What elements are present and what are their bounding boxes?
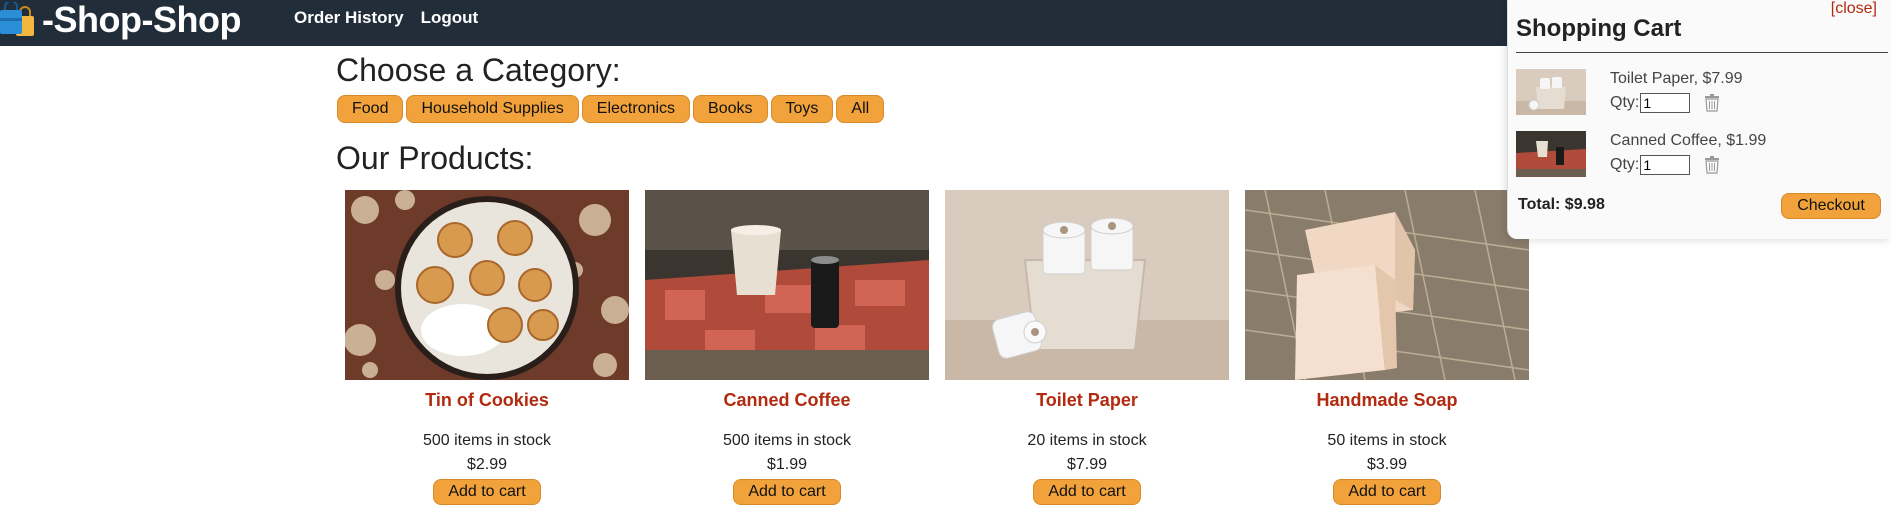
cart-close-button[interactable]: [close] — [1831, 0, 1877, 18]
qty-input[interactable] — [1640, 93, 1691, 113]
cart-item-qty-row: Qty: — [1610, 93, 1743, 113]
product-stock: 20 items in stock — [1027, 432, 1147, 449]
product-name-link[interactable]: Toilet Paper — [1036, 389, 1138, 411]
cart-total: Total: $9.98 — [1518, 196, 1605, 213]
cart-item: Toilet Paper, $7.99 Qty: — [1516, 69, 1886, 117]
product-price: $2.99 — [466, 456, 508, 473]
cart-divider — [1516, 52, 1888, 53]
product-price: $1.99 — [766, 456, 808, 473]
product-card: Tin of Cookies 500 items in stock $2.99 … — [345, 190, 629, 505]
cart-item-label: Toilet Paper, $7.99 — [1610, 70, 1743, 87]
qty-input[interactable] — [1640, 155, 1691, 175]
product-card: Handmade Soap 50 items in stock $3.99 Ad… — [1245, 190, 1529, 505]
product-image-cookies[interactable] — [345, 190, 629, 380]
products-heading: Our Products: — [336, 140, 534, 176]
product-name-link[interactable]: Handmade Soap — [1316, 389, 1457, 411]
cart-item-info: Canned Coffee, $1.99 Qty: — [1610, 131, 1766, 175]
cart-item-info: Toilet Paper, $7.99 Qty: — [1610, 69, 1743, 113]
category-heading: Choose a Category: — [336, 52, 621, 88]
product-price: $7.99 — [1066, 456, 1108, 473]
category-filter-bar: Food Household Supplies Electronics Book… — [337, 95, 885, 123]
brand-logo[interactable]: -Shop-Shop — [0, 0, 241, 40]
cart-item-thumbnail — [1516, 69, 1586, 115]
site-title: -Shop-Shop — [42, 0, 241, 40]
cart-item-qty-row: Qty: — [1610, 155, 1766, 175]
product-image-coffee[interactable] — [645, 190, 929, 380]
product-name-link[interactable]: Tin of Cookies — [425, 389, 549, 411]
category-button-household[interactable]: Household Supplies — [406, 95, 579, 123]
add-to-cart-button[interactable]: Add to cart — [1333, 479, 1441, 505]
shopping-cart-panel: [close] Shopping Cart Toilet Paper, $7.9… — [1507, 0, 1891, 239]
cart-item-label: Canned Coffee, $1.99 — [1610, 132, 1767, 149]
trash-icon[interactable] — [1704, 94, 1720, 112]
product-image-soap[interactable] — [1245, 190, 1529, 380]
category-button-all[interactable]: All — [836, 95, 885, 123]
nav-logout[interactable]: Logout — [421, 8, 479, 28]
product-stock: 50 items in stock — [1327, 432, 1447, 449]
product-grid: Tin of Cookies 500 items in stock $2.99 … — [345, 190, 1529, 505]
trash-icon[interactable] — [1704, 156, 1720, 174]
product-price: $3.99 — [1366, 456, 1408, 473]
cart-item-thumbnail — [1516, 131, 1586, 177]
main-nav: Order History Logout — [294, 8, 478, 28]
add-to-cart-button[interactable]: Add to cart — [1033, 479, 1141, 505]
product-stock: 500 items in stock — [722, 432, 852, 449]
category-button-toys[interactable]: Toys — [770, 95, 834, 123]
cart-title: Shopping Cart — [1516, 15, 1682, 42]
product-image-toilet-paper[interactable] — [945, 190, 1229, 380]
category-button-electronics[interactable]: Electronics — [581, 95, 691, 123]
category-button-books[interactable]: Books — [693, 95, 768, 123]
product-stock: 500 items in stock — [422, 432, 552, 449]
category-button-food[interactable]: Food — [337, 95, 404, 123]
qty-label: Qty: — [1610, 156, 1640, 173]
add-to-cart-button[interactable]: Add to cart — [433, 479, 541, 505]
checkout-button[interactable]: Checkout — [1781, 193, 1881, 219]
add-to-cart-button[interactable]: Add to cart — [733, 479, 841, 505]
product-name-link[interactable]: Canned Coffee — [723, 389, 850, 411]
qty-label: Qty: — [1610, 94, 1640, 111]
product-card: Canned Coffee 500 items in stock $1.99 A… — [645, 190, 929, 505]
nav-order-history[interactable]: Order History — [294, 8, 404, 28]
shopping-bags-icon — [0, 0, 38, 38]
cart-item: Canned Coffee, $1.99 Qty: — [1516, 131, 1886, 179]
product-card: Toilet Paper 20 items in stock $7.99 Add… — [945, 190, 1229, 505]
